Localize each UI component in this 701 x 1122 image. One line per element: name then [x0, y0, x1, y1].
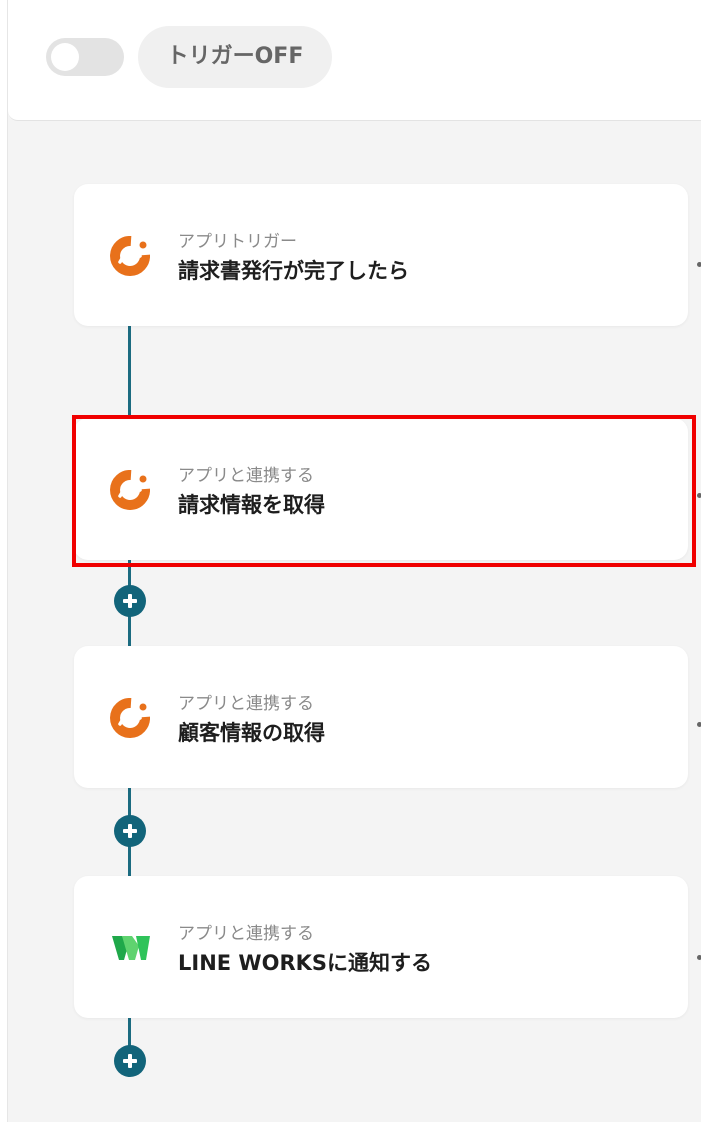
edge-dot	[697, 262, 701, 267]
flow-step-card[interactable]: アプリと連携する 顧客情報の取得	[74, 646, 688, 788]
trigger-status-label: トリガーOFF	[166, 44, 304, 69]
orange-app-icon	[110, 698, 150, 738]
add-step-button[interactable]	[114, 815, 146, 847]
step-title: 請求書発行が完了したら	[178, 259, 409, 283]
step-title: 顧客情報の取得	[178, 721, 325, 745]
trigger-toggle[interactable]	[46, 38, 124, 76]
step-type-label: アプリと連携する	[178, 694, 314, 714]
flow-step-card[interactable]: アプリと連携する LINE WORKSに通知する	[74, 876, 688, 1018]
toggle-knob	[51, 43, 79, 71]
edge-dot	[697, 955, 701, 960]
flow-toolbar: トリガーOFF	[8, 0, 701, 121]
step-type-label: アプリと連携する	[178, 924, 314, 944]
trigger-status-badge: トリガーOFF	[138, 26, 332, 88]
step-type-label: アプリトリガー	[178, 232, 297, 252]
line-works-icon	[112, 936, 150, 960]
edge-dot	[697, 493, 701, 498]
add-step-button[interactable]	[114, 1045, 146, 1077]
add-step-button[interactable]	[114, 585, 146, 617]
flow-step-card[interactable]: アプリトリガー 請求書発行が完了したら	[74, 184, 688, 326]
orange-app-icon	[110, 236, 150, 276]
step-connector	[128, 326, 131, 418]
selection-highlight-box	[72, 415, 696, 567]
step-title: LINE WORKSに通知する	[178, 951, 433, 975]
edge-dot	[697, 722, 701, 727]
